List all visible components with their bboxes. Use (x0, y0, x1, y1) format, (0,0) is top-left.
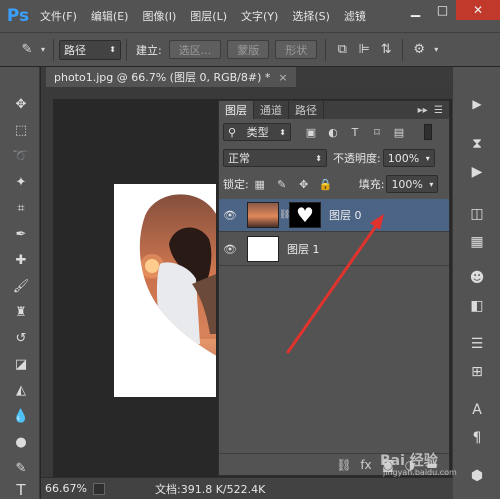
paragraph-panel-icon[interactable]: ¶ (465, 427, 489, 449)
actions-panel-icon[interactable]: ▶ (465, 161, 489, 183)
color-panel-icon[interactable]: ◫ (465, 203, 489, 225)
properties-panel-icon[interactable]: ☰ (465, 333, 489, 355)
collapse-panels-icon[interactable]: ▶ (465, 93, 489, 115)
document-info: 文档:391.8 K/522.4K (155, 482, 266, 496)
adjustments-panel-icon[interactable]: ☻ (465, 267, 489, 289)
right-dock: ▶ ⧗ ▶ ◫ ▦ ☻ ◧ ☰ ⊞ A ¶ ⬢ (452, 67, 500, 499)
watermark-url: jingyan.baidu.com (383, 468, 457, 477)
history-panel-icon[interactable]: ⧗ (465, 133, 489, 155)
info-panel-icon[interactable]: ⊞ (465, 361, 489, 383)
character-panel-icon[interactable]: A (465, 399, 489, 421)
annotation-arrow (286, 214, 384, 354)
styles-panel-icon[interactable]: ◧ (465, 295, 489, 317)
status-options-icon[interactable] (93, 482, 105, 495)
3d-panel-icon[interactable]: ⬢ (465, 465, 489, 487)
watermark-logo: Bai 经验 (380, 453, 438, 469)
zoom-level[interactable]: 66.67% (41, 482, 93, 495)
swatches-panel-icon[interactable]: ▦ (465, 231, 489, 253)
status-bar: 66.67% 文档:391.8 K/522.4K (41, 477, 453, 499)
